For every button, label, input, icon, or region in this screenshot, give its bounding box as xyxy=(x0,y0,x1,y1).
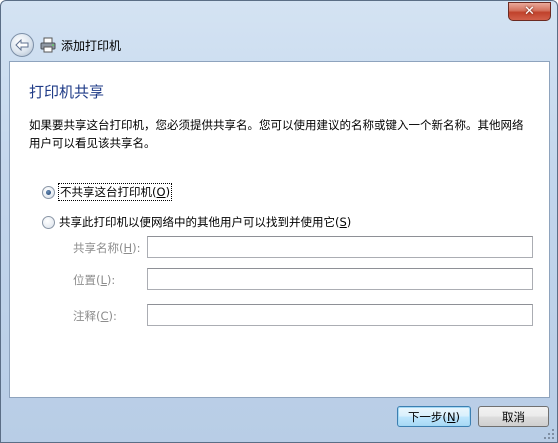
location-label: 位置(L): xyxy=(73,273,116,287)
cancel-button[interactable]: 取消 xyxy=(478,406,549,427)
no-share-label[interactable]: 不共享这台打印机(O) xyxy=(57,183,173,201)
share-name-label: 共享名称(H): xyxy=(73,241,141,255)
navigation-bar: 添加打印机 xyxy=(1,29,557,61)
share-label[interactable]: 共享此打印机以便网络中的其他用户可以找到并使用它(S) xyxy=(59,214,351,230)
share-option[interactable]: 共享此打印机以便网络中的其他用户可以找到并使用它(S) xyxy=(42,214,351,230)
share-radio[interactable] xyxy=(42,215,55,229)
window-title: 添加打印机 xyxy=(61,39,122,53)
printer-icon xyxy=(40,37,56,53)
close-button[interactable]: ✕ xyxy=(508,2,551,21)
back-button[interactable] xyxy=(10,33,34,57)
next-button[interactable]: 下一步(N) xyxy=(397,406,471,427)
location-input[interactable] xyxy=(147,268,533,290)
back-arrow-icon xyxy=(15,39,29,51)
wizard-content-panel: 打印机共享 如果要共享这台打印机，您必须提供共享名。您可以使用建议的名称或键入一… xyxy=(9,61,550,398)
page-description: 如果要共享这台打印机，您必须提供共享名。您可以使用建议的名称或键入一个新名称。其… xyxy=(29,118,524,150)
comment-label: 注释(C): xyxy=(73,309,117,323)
comment-input[interactable] xyxy=(147,304,533,326)
title-bar[interactable]: ✕ xyxy=(1,1,557,29)
resize-grip-icon[interactable] xyxy=(543,428,555,440)
no-share-option[interactable]: 不共享这台打印机(O) xyxy=(42,183,173,201)
share-name-input[interactable] xyxy=(147,236,533,258)
no-share-radio[interactable] xyxy=(42,185,55,199)
add-printer-window: ✕ 添加打印机 打印机共享 如果要共享这台打印机，您必须提供共享名。您可以使用建… xyxy=(0,0,558,443)
page-title: 打印机共享 xyxy=(29,83,105,101)
close-icon: ✕ xyxy=(524,4,535,19)
